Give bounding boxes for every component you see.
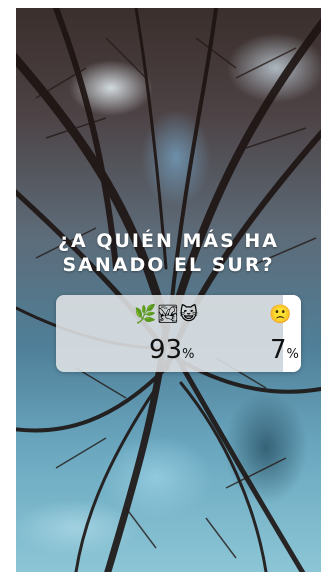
- poll-option-a-percent: 93%: [149, 335, 194, 370]
- poll-option-b-emojis: 🙁: [269, 304, 291, 326]
- poll-option-a[interactable]: 🌿🏞😺 93%: [56, 295, 283, 372]
- cat-face-emoji-icon: 😺: [179, 304, 199, 325]
- story-background: ¿A QUIÉN MÁS HA SANADO EL SUR? 🌿🏞😺 93% 🙁…: [16, 8, 321, 572]
- poll-option-b-percent-symbol: %: [286, 347, 299, 362]
- question-line-2: SANADO EL SUR?: [62, 254, 275, 276]
- poll-option-a-emojis: 🌿🏞😺: [134, 304, 198, 326]
- poll-sticker: 🌿🏞😺 93% 🙁 7%: [56, 295, 301, 372]
- frowning-face-emoji-icon: 🙁: [269, 304, 292, 325]
- poll-option-a-percent-symbol: %: [182, 347, 195, 362]
- poll-option-b[interactable]: 🙁 7%: [269, 295, 301, 372]
- poll-option-b-percent-value: 7: [270, 335, 287, 365]
- tree-branches-background: [16, 8, 321, 572]
- herb-emoji-icon: 🌿: [134, 304, 157, 325]
- poll-option-a-percent-value: 93: [149, 335, 183, 365]
- question-line-1: ¿A QUIÉN MÁS HA: [57, 230, 279, 252]
- landscape-emoji-icon: 🏞: [156, 304, 180, 325]
- poll-option-b-percent: 7%: [270, 335, 299, 370]
